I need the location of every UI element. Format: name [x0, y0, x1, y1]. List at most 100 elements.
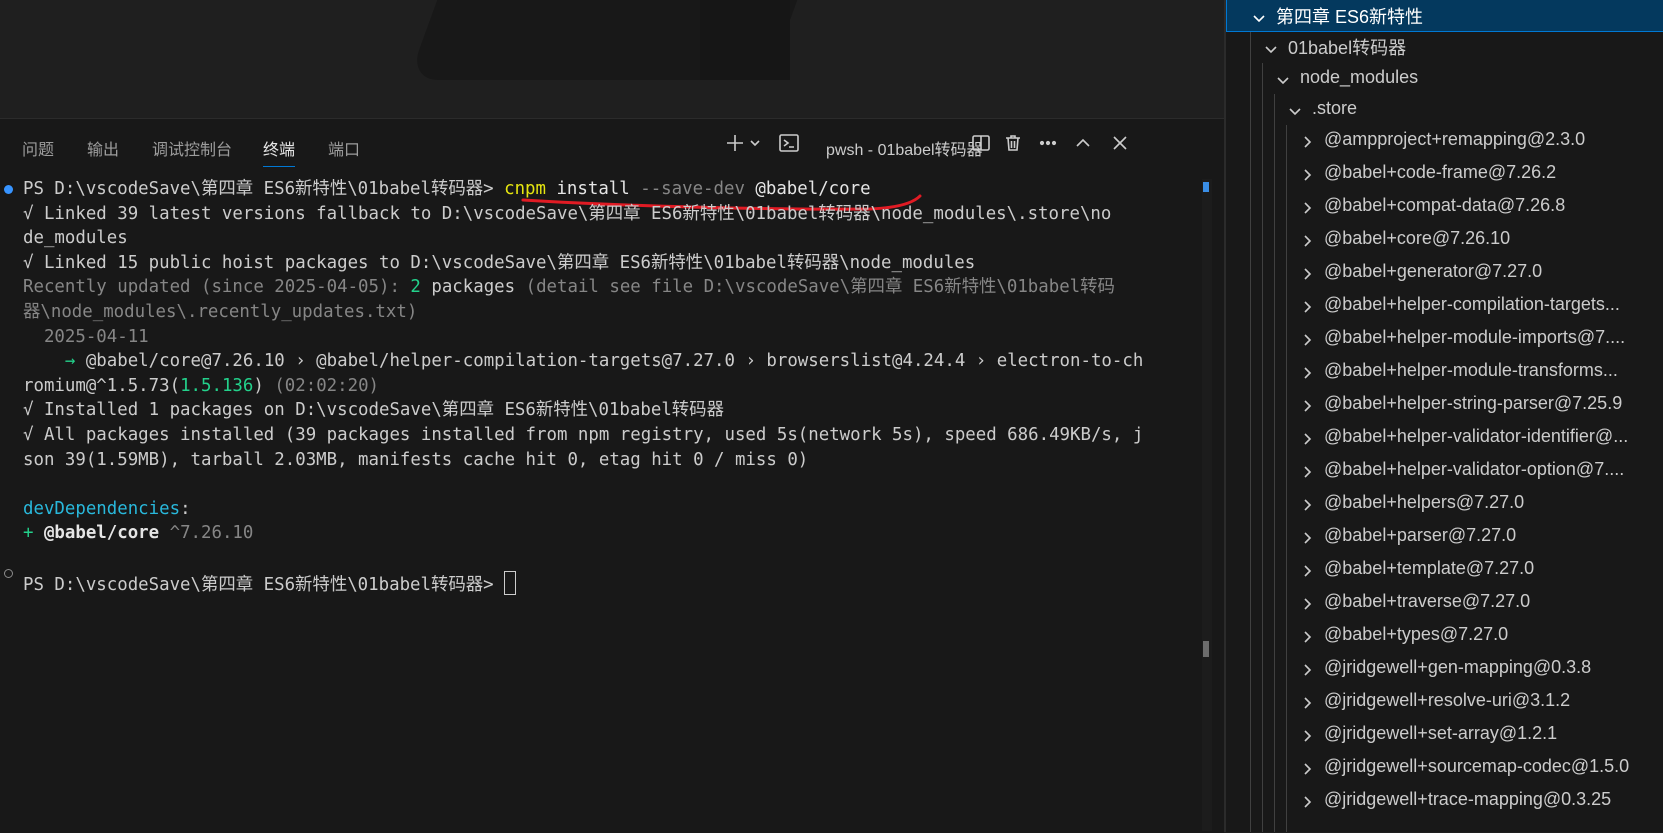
folder-label: node_modules — [1300, 67, 1419, 87]
terminal-scrollbar[interactable] — [1202, 179, 1212, 831]
bottom-panel: 问题 输出 调试控制台 终端 端口 pwsh - 01babel转码器 PS D… — [0, 118, 1224, 833]
tree-item[interactable]: @babel+code-frame@7.26.2 — [1226, 156, 1663, 189]
tab-ports[interactable]: 端口 — [328, 136, 360, 160]
tree-item-label: @babel+helper-string-parser@7.25.9 — [1324, 393, 1623, 413]
dependency-chain: @babel/core@7.26.10 › @babel/helper-comp… — [85, 351, 1144, 372]
tree-item[interactable]: @babel+helpers@7.27.0 — [1226, 486, 1663, 519]
chevron-down-icon — [1252, 9, 1266, 23]
tab-problems[interactable]: 问题 — [22, 136, 54, 160]
terminal-line: Recently updated (since 2025-04-05): 2 p… — [23, 275, 1115, 300]
tab-output[interactable]: 输出 — [87, 136, 119, 160]
close-panel-icon[interactable] — [1107, 130, 1133, 156]
tree-item-label: @babel+core@7.26.10 — [1324, 228, 1511, 248]
tab-debug-console[interactable]: 调试控制台 — [152, 136, 232, 160]
terminal-line: + @babel/core ^7.26.10 — [23, 521, 253, 546]
tree-item[interactable]: @babel+compat-data@7.26.8 — [1226, 189, 1663, 222]
devdependencies-label: devDependencies — [23, 498, 181, 519]
tree-item[interactable]: @babel+helper-module-imports@7.... — [1226, 321, 1663, 354]
chevron-down-icon — [1288, 102, 1302, 116]
terminal-line: de_modules — [23, 228, 128, 249]
tree-item[interactable]: @babel+helper-validator-option@7.... — [1226, 453, 1663, 486]
chevron-right-icon — [1300, 232, 1314, 247]
vscode-watermark-logo-part — [700, 0, 790, 80]
chevron-right-icon — [1300, 661, 1314, 676]
tree-item[interactable]: @babel+helper-string-parser@7.25.9 — [1226, 387, 1663, 420]
tree-item[interactable]: @babel+types@7.27.0 — [1226, 618, 1663, 651]
scrollbar-thumb[interactable] — [1203, 182, 1209, 192]
tree-item[interactable]: @babel+traverse@7.27.0 — [1226, 585, 1663, 618]
plus-sign: + — [23, 523, 44, 544]
terminal-profiles-chevron-down-icon[interactable] — [746, 130, 764, 156]
tab-terminal[interactable]: 终端 — [263, 136, 296, 167]
tree-item[interactable]: @babel+helper-validator-identifier@... — [1226, 420, 1663, 453]
paren-close: ) — [253, 375, 264, 396]
tree-item[interactable]: @babel+parser@7.27.0 — [1226, 519, 1663, 552]
active-terminal-name[interactable]: pwsh - 01babel转码器 — [826, 136, 983, 160]
tree-item[interactable]: @jridgewell+trace-mapping@0.3.25 — [1226, 783, 1663, 816]
tree-folder-store[interactable]: .store — [1226, 92, 1663, 125]
terminal-line: √ Linked 15 public hoist packages to D:\… — [23, 252, 976, 273]
tree-item[interactable]: @babel+helper-compilation-targets... — [1226, 288, 1663, 321]
recently-updated-label: Recently updated (since 2025-04-05): — [23, 277, 411, 298]
terminal-cursor — [504, 570, 517, 595]
terminal-line-date: 2025-04-11 — [23, 326, 149, 347]
split-terminal-icon[interactable] — [968, 130, 994, 156]
tree-item[interactable]: @jridgewell+sourcemap-codec@1.5.0 — [1226, 750, 1663, 783]
chevron-right-icon — [1300, 760, 1314, 775]
tree-folder-node-modules[interactable]: node_modules — [1226, 61, 1663, 94]
packages-word: packages — [420, 277, 516, 298]
chevron-right-icon — [1300, 430, 1314, 445]
chevron-right-icon — [1300, 265, 1314, 280]
tree-item[interactable]: @babel+core@7.26.10 — [1226, 222, 1663, 255]
terminal-line: son 39(1.59MB), tarball 2.03MB, manifest… — [23, 449, 809, 470]
tree-item-label: @babel+compat-data@7.26.8 — [1324, 195, 1566, 215]
chevron-right-icon — [1300, 166, 1314, 181]
tree-item-label: @jridgewell+gen-mapping@0.3.8 — [1324, 657, 1592, 677]
terminal-line: √ Linked 39 latest versions fallback to … — [23, 203, 1112, 224]
chevron-right-icon — [1300, 529, 1314, 544]
chevron-right-icon — [1300, 595, 1314, 610]
tree-item[interactable]: @babel+helper-module-transforms... — [1226, 354, 1663, 387]
tree-folder-root[interactable]: 第四章 ES6新特性 — [1226, 0, 1663, 32]
chevron-right-icon — [1300, 133, 1314, 148]
tree-item-label: @ampproject+remapping@2.3.0 — [1324, 129, 1586, 149]
trash-kill-terminal-icon[interactable] — [1000, 130, 1026, 156]
chevron-right-icon — [1300, 562, 1314, 577]
tree-item[interactable]: @babel+generator@7.27.0 — [1226, 255, 1663, 288]
chevron-right-icon — [1300, 463, 1314, 478]
terminal-output[interactable]: PS D:\vscodeSave\第四章 ES6新特性\01babel转码器> … — [0, 177, 1200, 827]
tree-item-label: @jridgewell+sourcemap-codec@1.5.0 — [1324, 756, 1630, 776]
prompt-text: PS D:\vscodeSave\第四章 ES6新特性\01babel转码器> — [23, 179, 505, 199]
detail-path: (detail see file D:\vscodeSave\第四章 ES6新特… — [515, 277, 1115, 298]
updated-count: 2 — [410, 277, 421, 298]
tree-item[interactable]: @jridgewell+gen-mapping@0.3.8 — [1226, 651, 1663, 684]
chevron-right-icon — [1300, 496, 1314, 511]
chevron-right-icon — [1300, 727, 1314, 742]
explorer-tree: 第四章 ES6新特性 01babel转码器 node_modules .stor… — [1226, 0, 1663, 832]
tree-item[interactable]: @ampproject+remapping@2.3.0 — [1226, 123, 1663, 156]
command-pending-decoration[interactable] — [4, 569, 13, 578]
tree-item[interactable]: @jridgewell+set-array@1.2.1 — [1226, 717, 1663, 750]
chevron-right-icon — [1300, 397, 1314, 412]
terminal-line: devDependencies: — [23, 497, 191, 522]
dependency-chain-cont: romium@^1.5.73( — [23, 375, 181, 396]
terminal-line-prompt[interactable]: PS D:\vscodeSave\第四章 ES6新特性\01babel转码器> — [23, 570, 517, 598]
tree-item-label: @babel+generator@7.27.0 — [1324, 261, 1543, 281]
maximize-panel-chevron-up-icon[interactable] — [1070, 130, 1096, 156]
arrow-icon: → — [23, 351, 86, 372]
more-actions-ellipsis-icon[interactable] — [1035, 130, 1061, 156]
chevron-right-icon — [1300, 694, 1314, 709]
chevron-right-icon — [1300, 298, 1314, 313]
tree-item[interactable]: @babel+template@7.27.0 — [1226, 552, 1663, 585]
tree-item[interactable]: @jridgewell+resolve-uri@3.1.2 — [1226, 684, 1663, 717]
tree-item-label: @babel+helper-module-transforms... — [1324, 360, 1618, 380]
chevron-right-icon — [1300, 364, 1314, 379]
tree-folder-01babel[interactable]: 01babel转码器 — [1226, 30, 1663, 63]
new-terminal-plus-icon[interactable] — [722, 130, 748, 156]
tree-item-label: @jridgewell+resolve-uri@3.1.2 — [1324, 690, 1571, 710]
tree-item-label: @babel+helper-validator-identifier@... — [1324, 426, 1629, 446]
terminal-line: romium@^1.5.73(1.5.136) (02:02:20) — [23, 374, 379, 399]
terminal-line: → @babel/core@7.26.10 › @babel/helper-co… — [23, 349, 1143, 374]
chevron-down-icon — [1264, 40, 1278, 54]
command-success-decoration[interactable] — [4, 185, 13, 194]
